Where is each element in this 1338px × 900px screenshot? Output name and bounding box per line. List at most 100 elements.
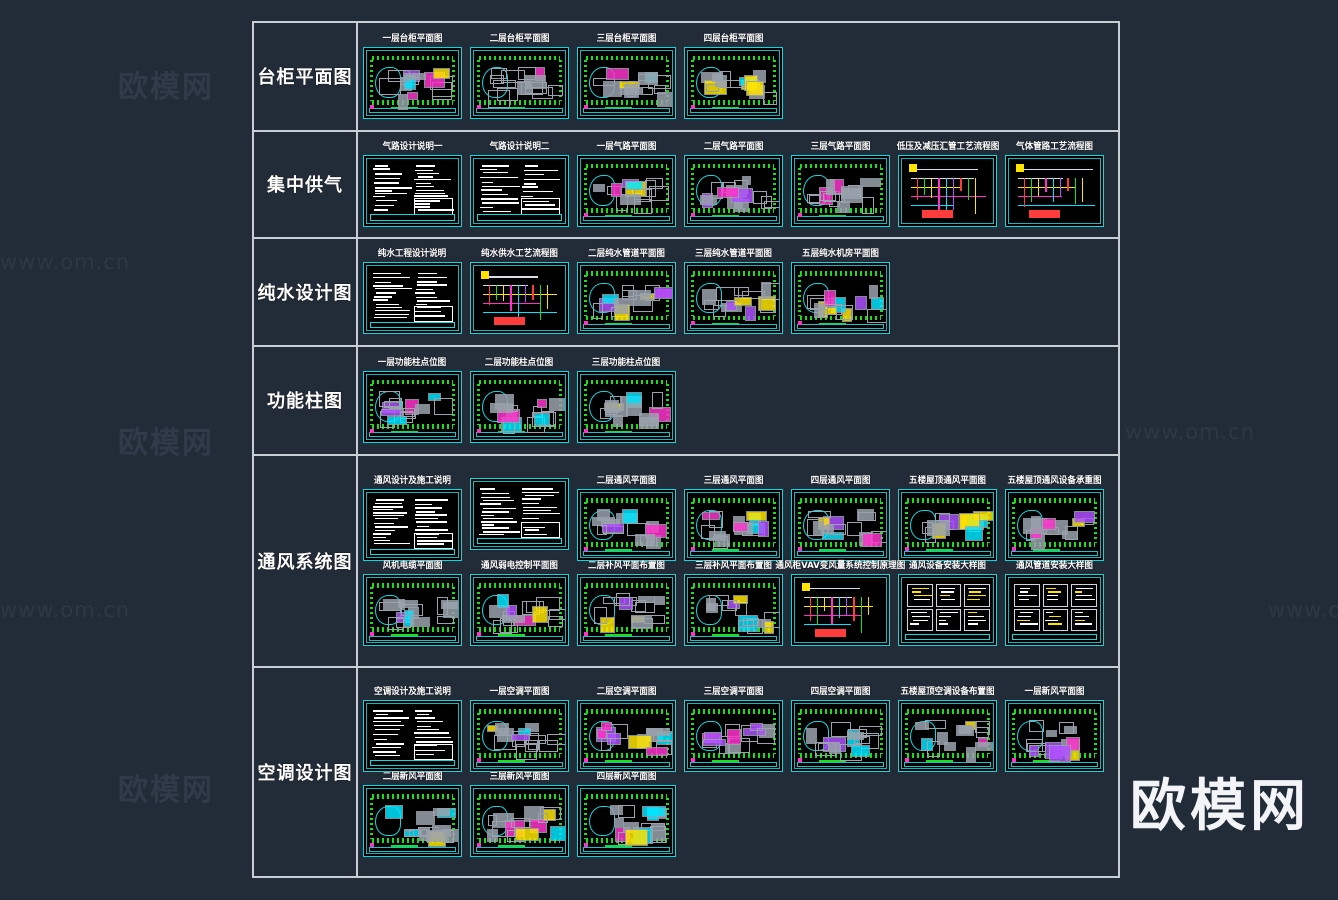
sheet-title: 五楼屋顶空调设备布置图	[900, 686, 995, 697]
category-row: 功能柱图 一层功能柱点位图 二层功能柱点位图 三层功能柱点位图	[254, 346, 1118, 456]
sheet-preview[interactable]	[898, 154, 997, 227]
sheet-preview[interactable]	[577, 699, 676, 772]
sheet-preview[interactable]	[363, 488, 462, 561]
sheet-preview[interactable]	[470, 262, 569, 335]
sheet-preview[interactable]	[363, 46, 462, 119]
thumbnail-floor-plan	[687, 576, 780, 643]
sheet-preview[interactable]	[577, 573, 676, 646]
sheet-thumbnail[interactable]: 五楼屋顶通风平面图	[897, 476, 998, 561]
thumbnail-floor-plan	[794, 702, 887, 769]
sheet-thumbnail[interactable]: 通风管道安装大样图	[1004, 561, 1105, 646]
sheet-title: 二层台柜平面图	[489, 33, 550, 44]
sheet-thumbnail[interactable]: 气路设计说明一	[362, 142, 463, 227]
sheet-thumbnail[interactable]: 通风弱电控制平面图	[469, 561, 570, 646]
sheet-preview[interactable]	[470, 154, 569, 227]
sheet-preview[interactable]	[470, 573, 569, 646]
sheet-thumbnail[interactable]: 一层新风平面图	[1004, 687, 1105, 772]
sheet-preview[interactable]	[791, 262, 890, 335]
thumbnail-floor-plan	[1008, 491, 1101, 558]
sheet-thumbnail[interactable]: 三层纯水管道平面图	[683, 249, 784, 335]
thumbnail-floor-plan	[473, 702, 566, 769]
sheet-preview[interactable]	[684, 262, 783, 335]
sheet-preview[interactable]	[898, 699, 997, 772]
sheet-thumbnail[interactable]: 五楼屋顶通风设备承重图	[1004, 476, 1105, 561]
sheet-thumbnail[interactable]: 二层补风平面布置图	[576, 561, 677, 646]
sheet-preview[interactable]	[791, 699, 890, 772]
sheet-preview[interactable]	[1005, 573, 1104, 646]
sheet-preview[interactable]	[684, 573, 783, 646]
sheet-thumbnail[interactable]: 四层新风平面图	[576, 772, 677, 857]
sheet-preview[interactable]	[363, 370, 462, 443]
sheet-preview[interactable]	[363, 573, 462, 646]
sheet-preview[interactable]	[791, 573, 890, 646]
sheet-thumbnail[interactable]: 四层通风平面图	[790, 476, 891, 561]
sheet-thumbnail[interactable]: 一层台柜平面图	[362, 34, 463, 119]
thumbnail-floor-plan	[366, 787, 459, 854]
sheet-preview[interactable]	[898, 488, 997, 561]
sheet-thumbnail[interactable]: 二层功能柱点位图	[469, 358, 570, 443]
sheet-thumbnail[interactable]: 一层气路平面图	[576, 142, 677, 227]
thumbnail-specification-sheet	[473, 480, 566, 547]
sheet-thumbnail[interactable]: 二层纯水管道平面图	[576, 249, 677, 335]
sheet-thumbnail[interactable]: 二层台柜平面图	[469, 34, 570, 119]
sheet-title: 二层新风平面图	[382, 771, 443, 782]
sheet-thumbnail[interactable]: 三层空调平面图	[683, 687, 784, 772]
sheet-thumbnail[interactable]: 一层功能柱点位图	[362, 358, 463, 443]
sheet-preview[interactable]	[1005, 699, 1104, 772]
sheet-preview[interactable]	[791, 154, 890, 227]
sheet-preview[interactable]	[684, 699, 783, 772]
sheet-thumbnail[interactable]: 三层新风平面图	[469, 772, 570, 857]
sheet-preview[interactable]	[470, 699, 569, 772]
sheet-preview[interactable]	[898, 573, 997, 646]
sheet-preview[interactable]	[363, 262, 462, 335]
sheet-thumbnail[interactable]: 二层气路平面图	[683, 142, 784, 227]
sheet-thumbnail[interactable]: 一层空调平面图	[469, 687, 570, 772]
sheet-thumbnail[interactable]: 气体管路工艺流程图	[1004, 142, 1105, 227]
sheet-thumbnail[interactable]: 风机电缆平面图	[362, 561, 463, 646]
sheet-preview[interactable]	[470, 784, 569, 857]
sheet-preview[interactable]	[363, 784, 462, 857]
sheet-thumbnail[interactable]: 三层补风平面布置图	[683, 561, 784, 646]
sheet-preview[interactable]	[577, 488, 676, 561]
sheet-preview[interactable]	[1005, 154, 1104, 227]
sheet-preview[interactable]	[363, 154, 462, 227]
sheet-thumbnail[interactable]: 三层台柜平面图	[576, 34, 677, 119]
category-row: 通风系统图 通风设计及施工说明 二层通风平面图 三层通风平面图 四层通风平面图 五楼屋顶通…	[254, 455, 1118, 668]
sheet-preview[interactable]	[470, 477, 569, 550]
sheet-preview[interactable]	[577, 262, 676, 335]
sheet-thumbnail[interactable]: 五层纯水机房平面图	[790, 249, 891, 335]
sheet-thumbnail[interactable]: 通风柜VAV变风量系统控制原理图	[776, 561, 905, 646]
sheet-preview[interactable]	[791, 488, 890, 561]
sheet-thumbnail[interactable]: 四层台柜平面图	[683, 34, 784, 119]
sheet-thumbnail[interactable]: 纯水供水工艺流程图	[469, 249, 570, 335]
sheet-title: 四层台柜平面图	[703, 33, 764, 44]
sheet-thumbnail[interactable]: 五楼屋顶空调设备布置图	[897, 687, 998, 772]
sheet-thumbnail[interactable]: 通风设计及施工说明	[362, 476, 463, 561]
sheet-preview[interactable]	[363, 699, 462, 772]
sheet-thumbnail[interactable]: 二层通风平面图	[576, 476, 677, 561]
sheet-thumbnail[interactable]: 三层功能柱点位图	[576, 358, 677, 443]
sheet-thumbnail[interactable]: 纯水工程设计说明	[362, 249, 463, 335]
sheet-thumbnail[interactable]: 低压及减压汇管工艺流程图	[896, 142, 999, 227]
sheet-thumbnail[interactable]: 二层新风平面图	[362, 772, 463, 857]
sheet-preview[interactable]	[577, 784, 676, 857]
sheet-thumbnail[interactable]: 二层空调平面图	[576, 687, 677, 772]
sheet-preview[interactable]	[577, 154, 676, 227]
sheet-thumbnail[interactable]: 气路设计说明二	[469, 142, 570, 227]
thumbnail-specification-sheet	[366, 265, 459, 332]
sheet-preview[interactable]	[684, 488, 783, 561]
sheet-thumbnail[interactable]: 四层空调平面图	[790, 687, 891, 772]
sheet-preview[interactable]	[470, 370, 569, 443]
sheet-preview[interactable]	[684, 154, 783, 227]
sheet-preview[interactable]	[1005, 488, 1104, 561]
sheet-preview[interactable]	[577, 370, 676, 443]
sheet-preview[interactable]	[577, 46, 676, 119]
sheet-preview[interactable]	[470, 46, 569, 119]
sheet-thumbnail[interactable]: 空调设计及施工说明	[362, 687, 463, 772]
category-row: 空调设计图 空调设计及施工说明 一层空调平面图 二层空调平面图 三层空调平面图 四层空调平…	[254, 667, 1118, 876]
sheet-preview[interactable]	[684, 46, 783, 119]
sheet-thumbnail[interactable]	[469, 476, 570, 550]
sheet-thumbnail[interactable]: 三层通风平面图	[683, 476, 784, 561]
sheet-thumbnail[interactable]: 通风设备安装大样图	[897, 561, 998, 646]
sheet-thumbnail[interactable]: 三层气路平面图	[790, 142, 891, 227]
